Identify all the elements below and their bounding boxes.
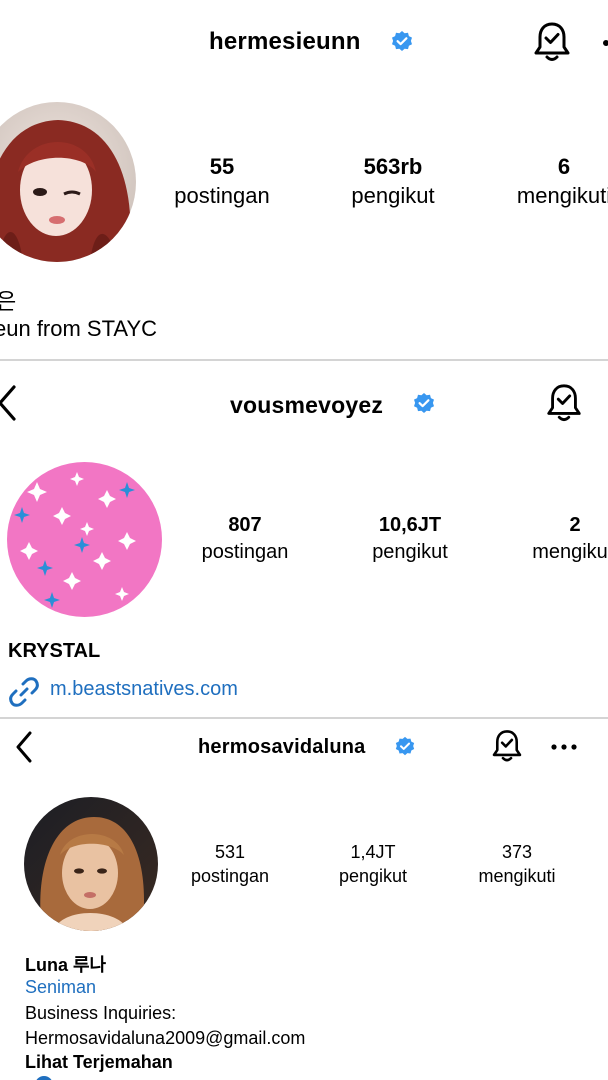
see-translation-link[interactable]: Lihat Terjemahan — [25, 1052, 173, 1073]
stat-posts[interactable]: 55 postingan — [162, 154, 282, 209]
stat-count: 55 — [209, 154, 235, 179]
stat-label: pengikut — [338, 866, 408, 886]
bio-text: Business Inquiries: — [25, 1003, 177, 1023]
stat-following[interactable]: 2 mengikuti — [515, 514, 608, 564]
stat-label: mengikuti — [532, 541, 608, 563]
more-horizontal-icon[interactable] — [551, 744, 577, 750]
verified-badge-icon — [390, 30, 414, 54]
bell-check-icon[interactable] — [544, 382, 584, 424]
avatar — [0, 102, 136, 262]
chevron-left-icon[interactable] — [14, 730, 34, 764]
stat-count: 6 — [557, 154, 571, 179]
stat-following[interactable]: 6 mengikuti — [504, 154, 608, 209]
profile-name: Luna 루나 — [25, 955, 107, 975]
stat-label: mengikuti — [516, 183, 608, 208]
username: hermesieunn — [209, 28, 361, 55]
stat-posts[interactable]: 807 postingan — [185, 514, 305, 564]
username: vousmevoyez — [230, 392, 384, 418]
divider — [0, 717, 608, 719]
stat-count: 807 — [228, 514, 262, 536]
profile-name: KRYSTAL — [8, 640, 101, 662]
stat-label: mengikuti — [478, 866, 556, 886]
link-icon — [34, 1075, 54, 1080]
divider — [0, 359, 608, 361]
username: hermosavidaluna — [198, 736, 366, 758]
stat-count: 373 — [501, 842, 533, 862]
stat-followers[interactable]: 563rb pengikut — [333, 154, 453, 209]
more-horizontal-icon[interactable] — [603, 40, 608, 46]
profile-panel-2: vousmevoyez 807 postingan 10,6JT pengiku… — [0, 362, 608, 716]
bell-check-icon[interactable] — [531, 20, 573, 64]
stat-label: pengikut — [372, 541, 448, 563]
bio-text: eun from STAYC — [0, 316, 158, 341]
stat-label: postingan — [201, 541, 289, 563]
stat-followers[interactable]: 1,4JT pengikut — [313, 842, 433, 887]
stat-following[interactable]: 373 mengikuti — [457, 842, 577, 887]
profile-panel-3: hermosavidaluna 531 postingan 1,4JT peng… — [0, 720, 608, 1080]
bell-check-icon[interactable] — [490, 728, 524, 764]
bio-email: Hermosavidaluna2009@gmail.com — [25, 1028, 306, 1048]
verified-badge-icon — [394, 736, 416, 758]
stat-count: 10,6JT — [378, 514, 442, 536]
category-label[interactable]: Seniman — [25, 977, 96, 998]
website-link[interactable]: m.beastsnatives.com — [50, 678, 238, 701]
link-icon — [8, 676, 40, 708]
avatar — [7, 462, 162, 617]
stat-posts[interactable]: 531 postingan — [170, 842, 290, 887]
stat-count: 1,4JT — [350, 842, 396, 862]
chevron-left-icon[interactable] — [0, 384, 18, 422]
stat-label: pengikut — [351, 183, 435, 208]
profile-panel-1: hermesieunn 55 postingan 563rb pengikut … — [0, 0, 608, 358]
stat-followers[interactable]: 10,6JT pengikut — [350, 514, 470, 564]
verified-badge-icon — [412, 392, 436, 416]
stat-label: postingan — [174, 183, 270, 208]
profile-name: 은 — [0, 289, 17, 314]
stat-count: 563rb — [363, 154, 423, 179]
stat-label: postingan — [190, 866, 270, 886]
avatar — [24, 797, 158, 931]
stat-count: 2 — [569, 514, 581, 536]
stat-count: 531 — [214, 842, 246, 862]
